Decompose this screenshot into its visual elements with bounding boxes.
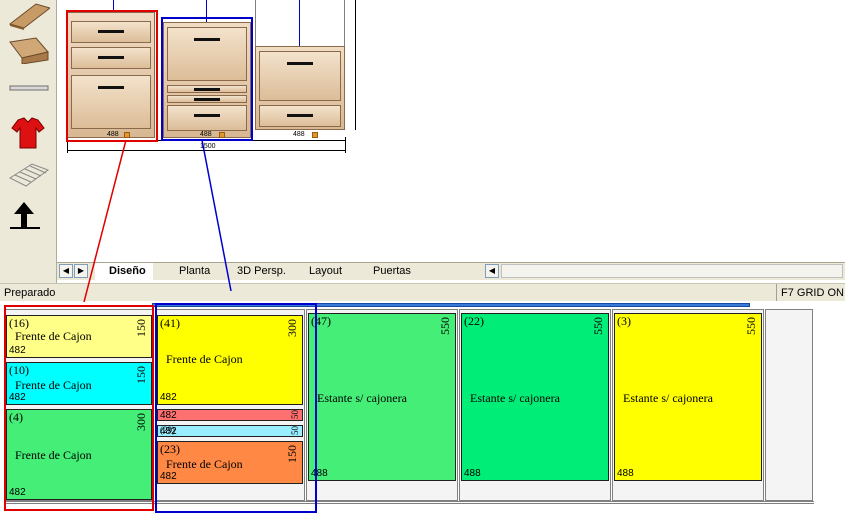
connector-lines: [83, 139, 232, 303]
